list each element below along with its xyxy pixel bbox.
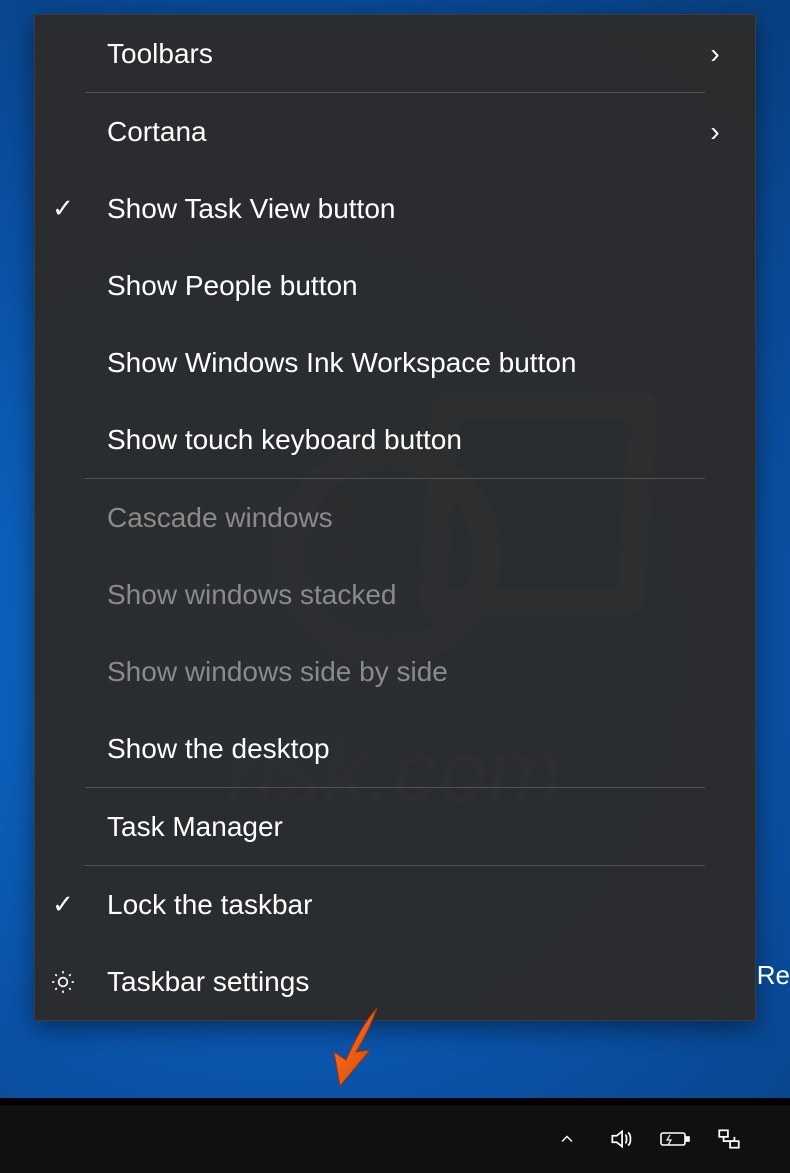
notification-text-fragment: Re [757, 960, 790, 991]
menu-show-desktop[interactable]: Show the desktop [35, 710, 755, 787]
menu-cascade-windows: Cascade windows [35, 479, 755, 556]
menu-label: Lock the taskbar [91, 889, 729, 921]
network-icon[interactable] [702, 1105, 756, 1173]
menu-label: Show the desktop [91, 733, 729, 765]
menu-toolbars[interactable]: Toolbars › [35, 15, 755, 92]
volume-icon[interactable] [594, 1105, 648, 1173]
menu-label: Cascade windows [91, 502, 729, 534]
chevron-right-icon: › [701, 38, 729, 70]
taskbar-context-menu: Toolbars › Cortana › ✓ Show Task View bu… [34, 14, 756, 1021]
menu-taskbar-settings[interactable]: Taskbar settings [35, 943, 755, 1020]
menu-label: Show windows side by side [91, 656, 729, 688]
menu-label: Show touch keyboard button [91, 424, 729, 456]
menu-label: Show Task View button [91, 193, 729, 225]
menu-label: Task Manager [91, 811, 729, 843]
taskbar[interactable] [0, 1105, 790, 1173]
menu-show-ink-workspace[interactable]: Show Windows Ink Workspace button [35, 324, 755, 401]
chevron-right-icon: › [701, 116, 729, 148]
menu-label: Toolbars [91, 38, 701, 70]
menu-label: Show People button [91, 270, 729, 302]
taskbar-top-border [0, 1098, 790, 1105]
menu-label: Cortana [91, 116, 701, 148]
gear-icon [35, 969, 91, 995]
menu-show-windows-stacked: Show windows stacked [35, 556, 755, 633]
menu-lock-taskbar[interactable]: ✓ Lock the taskbar [35, 866, 755, 943]
menu-label: Show Windows Ink Workspace button [91, 347, 729, 379]
checkmark-icon: ✓ [35, 193, 91, 224]
menu-cortana[interactable]: Cortana › [35, 93, 755, 170]
menu-label: Show windows stacked [91, 579, 729, 611]
menu-show-people[interactable]: Show People button [35, 247, 755, 324]
checkmark-icon: ✓ [35, 889, 91, 920]
tray-overflow-button[interactable] [540, 1105, 594, 1173]
taskbar-clock[interactable] [756, 1105, 776, 1173]
menu-show-touch-keyboard[interactable]: Show touch keyboard button [35, 401, 755, 478]
menu-show-windows-side-by-side: Show windows side by side [35, 633, 755, 710]
menu-show-task-view[interactable]: ✓ Show Task View button [35, 170, 755, 247]
menu-task-manager[interactable]: Task Manager [35, 788, 755, 865]
menu-label: Taskbar settings [91, 966, 729, 998]
battery-icon[interactable] [648, 1105, 702, 1173]
